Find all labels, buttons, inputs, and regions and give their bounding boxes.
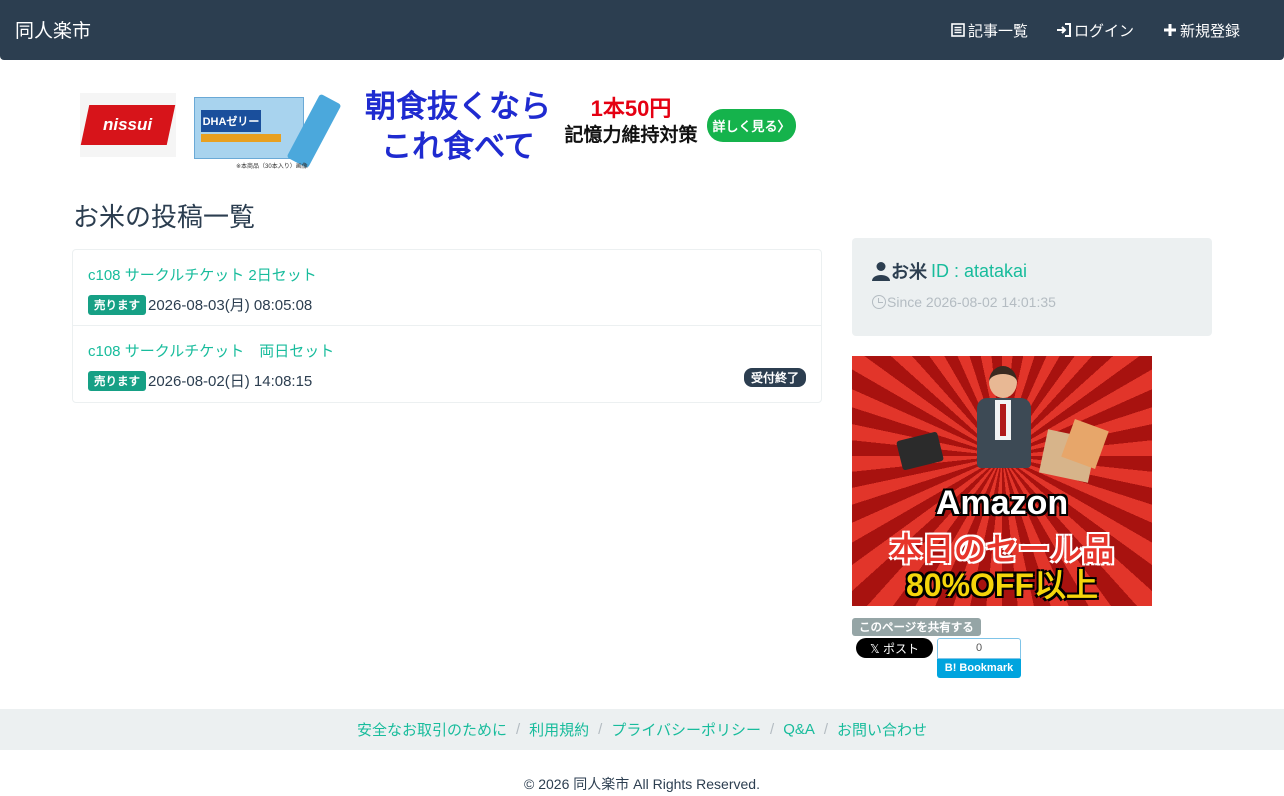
copyright: © 2026 同人楽市 All Rights Reserved.: [524, 776, 760, 792]
x-post-button[interactable]: 𝕏 ポスト: [856, 638, 933, 658]
ad-headline: 朝食抜くなら これ食べて: [365, 89, 551, 164]
page-title: お米の投稿一覧: [73, 202, 256, 232]
nav-articles-link[interactable]: 記事一覧: [936, 0, 1042, 60]
footer-links: 安全なお取引のために / 利用規約 / プライバシーポリシー / Q&A / お…: [0, 709, 1284, 750]
profile-panel: お米 ID : atatakai Since 2026-08-02 14:01:…: [852, 238, 1212, 336]
footer-separator: /: [515, 721, 521, 738]
footer-link-qa[interactable]: Q&A: [783, 721, 815, 738]
hatena-bookmark-button[interactable]: 0 B! Bookmark: [937, 638, 1021, 678]
login-icon: [1056, 23, 1071, 37]
status-badge: 受付終了: [743, 368, 806, 387]
site-brand[interactable]: 同人楽市: [15, 16, 91, 43]
nav-articles-label: 記事一覧: [967, 22, 1028, 40]
ad-details-button[interactable]: 詳しく見る〉: [707, 109, 796, 142]
promo-line-1: Amazon: [935, 484, 1069, 522]
post-date: 2026-08-02(日) 14:08:15: [148, 373, 313, 390]
ad-price: 1本50円 記憶力維持対策: [564, 96, 698, 146]
amazon-sale-banner[interactable]: Amazon 本日のセール品 80%OFF以上: [852, 356, 1152, 606]
post-list: c108 サークルチケット 2日セット 売ります 2026-08-03(月) 0…: [72, 249, 822, 403]
nav-register-link[interactable]: 新規登録: [1148, 0, 1254, 60]
ad-product-image: DHAゼリー ※本商品（30本入り）画像: [194, 93, 344, 170]
footer-separator: /: [823, 721, 829, 738]
post-title-link[interactable]: c108 サークルチケット 2日セット: [88, 264, 317, 285]
footer-link-privacy[interactable]: プライバシーポリシー: [611, 719, 761, 740]
clock-icon: [872, 295, 886, 309]
top-navbar: 同人楽市 記事一覧 ログイン 新規登録: [0, 0, 1284, 60]
footer-link-safety[interactable]: 安全なお取引のために: [357, 719, 507, 740]
list-icon: [951, 23, 965, 37]
list-item: c108 サークルチケット 2日セット 売ります 2026-08-03(月) 0…: [73, 250, 821, 326]
sell-badge: 売ります: [88, 370, 146, 391]
hatena-bookmark-label: B! Bookmark: [937, 659, 1021, 678]
profile-name: お米: [891, 262, 927, 282]
nav-login-label: ログイン: [1073, 22, 1134, 40]
profile-id-link[interactable]: ID : atatakai: [931, 261, 1027, 282]
nav-register-label: 新規登録: [1179, 22, 1240, 40]
footer-link-contact[interactable]: お問い合わせ: [837, 719, 927, 740]
footer-separator: /: [598, 721, 603, 738]
nav-links: 記事一覧 ログイン 新規登録: [936, 0, 1254, 60]
sell-badge: 売ります: [88, 294, 146, 315]
post-date: 2026-08-03(月) 08:05:08: [148, 297, 313, 314]
hatena-count: 0: [937, 638, 1021, 659]
nissui-logo: nissui: [80, 93, 176, 157]
promo-line-3: 80%OFF以上: [905, 567, 1099, 603]
user-icon: [872, 262, 890, 281]
share-label: このページを共有する: [852, 618, 981, 636]
nav-login-link[interactable]: ログイン: [1042, 0, 1148, 60]
list-item: c108 サークルチケット 両日セット 売ります 2026-08-02(日) 1…: [73, 326, 821, 402]
footer-separator: /: [770, 721, 775, 738]
profile-since: Since 2026-08-02 14:01:35: [887, 294, 1056, 310]
post-title-link[interactable]: c108 サークルチケット 両日セット: [88, 340, 334, 361]
footer-link-terms[interactable]: 利用規約: [529, 719, 589, 740]
ad-banner[interactable]: nissui DHAゼリー ※本商品（30本入り）画像 朝食抜くなら これ食べて…: [78, 85, 798, 170]
plus-icon: [1163, 24, 1176, 36]
